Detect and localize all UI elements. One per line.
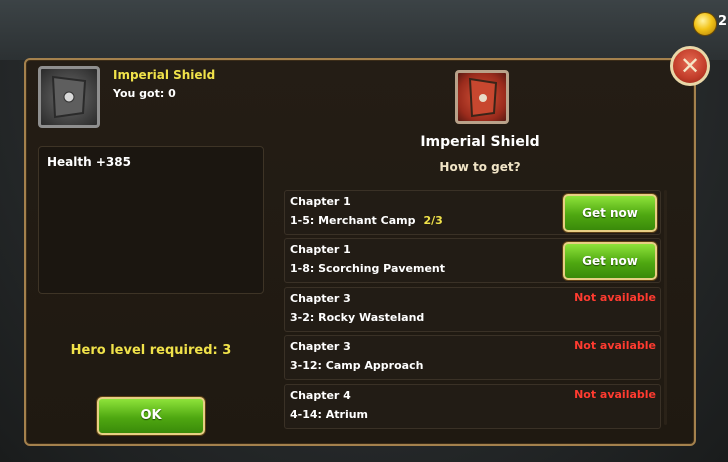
not-available-label: Not available [574, 339, 656, 352]
get-now-button[interactable]: Get now [563, 242, 657, 280]
source-chapter: Chapter 3 [290, 292, 351, 305]
coin-icon [693, 12, 717, 36]
coin-count: 2 [718, 14, 728, 29]
source-level: 1-5: Merchant Camp 2/3 [290, 214, 443, 227]
detail-title: Imperial Shield [420, 134, 540, 150]
get-now-button[interactable]: Get now [563, 194, 657, 232]
source-row: Chapter 1 1-8: Scorching Pavement Get no… [284, 238, 661, 283]
shield-icon [38, 66, 100, 128]
source-level: 3-12: Camp Approach [290, 359, 424, 372]
not-available-label: Not available [574, 291, 656, 304]
source-row: Chapter 3 3-2: Rocky Wasteland Not avail… [284, 287, 661, 332]
source-chapter: Chapter 3 [290, 340, 351, 353]
source-chapter: Chapter 1 [290, 243, 351, 256]
how-to-get-label: How to get? [439, 160, 521, 174]
source-level: 1-8: Scorching Pavement [290, 262, 446, 275]
source-level: 3-2: Rocky Wasteland [290, 311, 425, 324]
ok-button[interactable]: OK [97, 397, 205, 435]
close-button[interactable]: ✕ [670, 46, 710, 86]
source-row: Chapter 1 1-5: Merchant Camp 2/3 Get now [284, 190, 661, 235]
background-top [0, 0, 728, 60]
hero-level-required: Hero level required: 3 [70, 343, 232, 358]
source-chapter: Chapter 1 [290, 195, 351, 208]
not-available-label: Not available [574, 388, 656, 401]
source-chapter: Chapter 4 [290, 389, 351, 402]
source-row: Chapter 4 4-14: Atrium Not available [284, 384, 661, 429]
source-row: Chapter 3 3-12: Camp Approach Not availa… [284, 335, 661, 380]
sources-scrollbar[interactable] [664, 190, 667, 425]
item-name: Imperial Shield [113, 68, 216, 82]
close-icon: ✕ [679, 52, 701, 80]
source-level: 4-14: Atrium [290, 408, 369, 421]
stat-health: Health +385 [47, 155, 131, 169]
source-progress: 2/3 [423, 214, 443, 227]
owned-count: You got: 0 [113, 87, 176, 100]
stats-box: Health +385 [38, 146, 264, 294]
shield-icon [455, 70, 509, 124]
